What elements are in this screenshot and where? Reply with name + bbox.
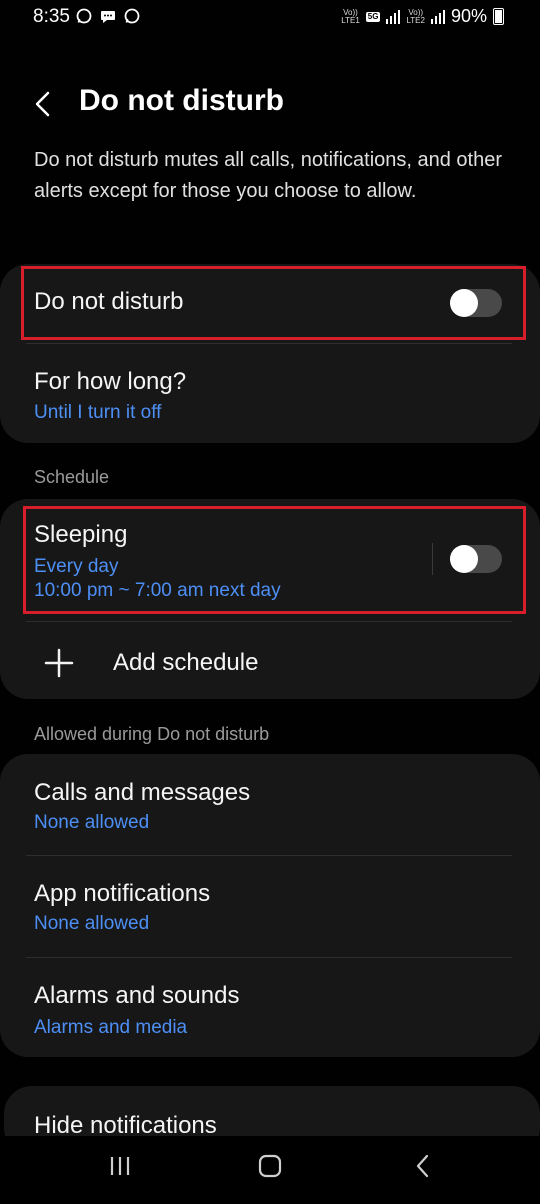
app-notifications-value: None allowed (34, 913, 150, 934)
whatsapp-icon (76, 8, 92, 24)
dnd-toggle-row[interactable]: Do not disturb (0, 264, 540, 342)
dnd-switch[interactable] (450, 289, 502, 317)
calls-messages-value: None allowed (34, 812, 150, 833)
divider (26, 621, 512, 622)
dnd-label: Do not disturb (34, 288, 184, 315)
app-notifications-title: App notifications (34, 880, 211, 907)
network-type-badge: 5G (365, 11, 381, 22)
alarms-sounds-title: Alarms and sounds (34, 982, 240, 1009)
status-bar: 8:35 Vo)) LTE1 5G Vo)) LTE2 90% (0, 0, 540, 36)
sleeping-switch[interactable] (450, 545, 502, 573)
sleeping-title: Sleeping (34, 521, 128, 548)
sleeping-schedule-row[interactable]: Sleeping Every day 10:00 pm ~ 7:00 am ne… (0, 499, 540, 619)
app-header: Do not disturb (0, 76, 540, 132)
add-schedule-row[interactable]: Add schedule (0, 623, 540, 699)
status-indicators: Vo)) LTE1 5G Vo)) LTE2 90% (341, 6, 504, 27)
sim1-label: Vo)) LTE1 (341, 7, 360, 25)
whatsapp-icon (124, 8, 140, 24)
schedule-section-label: Schedule (34, 467, 110, 487)
allowed-section-label: Allowed during Do not disturb (34, 724, 270, 744)
duration-value: Until I turn it off (34, 402, 162, 423)
switch-knob (450, 545, 478, 573)
alarms-sounds-row[interactable]: Alarms and sounds Alarms and media (0, 958, 540, 1057)
navigation-bar (0, 1136, 540, 1204)
back-arrow-icon[interactable] (26, 82, 62, 126)
messages-icon (101, 11, 115, 23)
duration-title: For how long? (34, 368, 187, 395)
allowed-card: Calls and messages None allowed App noti… (0, 754, 540, 1057)
battery-icon (493, 8, 504, 25)
switch-knob (450, 289, 478, 317)
page-description: Do not disturb mutes all calls, notifica… (34, 149, 503, 202)
plus-icon (44, 648, 74, 678)
sleeping-time: 10:00 pm ~ 7:00 am next day (34, 580, 281, 601)
calls-messages-title: Calls and messages (34, 779, 251, 806)
page-title: Do not disturb (79, 84, 284, 117)
recent-apps-icon[interactable] (107, 1153, 133, 1179)
alarms-sounds-value: Alarms and media (34, 1017, 188, 1038)
back-icon[interactable] (410, 1153, 436, 1179)
home-icon[interactable] (257, 1153, 283, 1179)
add-schedule-label: Add schedule (113, 649, 259, 676)
calls-messages-row[interactable]: Calls and messages None allowed (0, 754, 540, 855)
signal-icon (430, 9, 445, 24)
vertical-divider (432, 543, 433, 575)
schedule-card: Sleeping Every day 10:00 pm ~ 7:00 am ne… (0, 499, 540, 699)
battery-percent: 90% (450, 6, 487, 26)
sleeping-days: Every day (34, 556, 119, 577)
sim2-label: Vo)) LTE2 (406, 7, 425, 25)
duration-row[interactable]: For how long? Until I turn it off (0, 344, 540, 443)
status-time: 8:35 (33, 6, 70, 27)
app-notifications-row[interactable]: App notifications None allowed (0, 856, 540, 957)
dnd-card: Do not disturb For how long? Until I tur… (0, 264, 540, 443)
signal-icon (386, 9, 401, 24)
